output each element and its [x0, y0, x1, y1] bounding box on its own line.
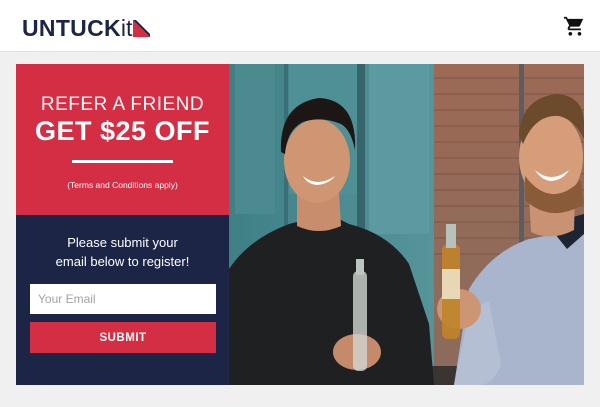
logo-flag-icon	[133, 20, 151, 37]
shopping-cart-icon[interactable]	[563, 15, 585, 37]
site-header: UNTUCK it	[0, 0, 600, 52]
form-prompt: Please submit your email below to regist…	[26, 233, 219, 271]
promo-offer: GET $25 OFF	[34, 116, 211, 146]
form-prompt-line2: email below to register!	[55, 254, 190, 269]
submit-button[interactable]: SUBMIT	[30, 322, 216, 353]
promo-headline: REFER A FRIEND	[40, 94, 205, 115]
terms-note: (Terms and Conditions apply)	[67, 180, 178, 190]
hero-photo	[229, 64, 584, 385]
logo-text: UNTUCK	[22, 15, 121, 41]
form-prompt-line1: Please submit your	[67, 235, 178, 250]
email-input[interactable]	[30, 284, 216, 314]
logo-suffix: it	[120, 15, 133, 41]
promo-box: REFER A FRIEND GET $25 OFF (Terms and Co…	[16, 64, 229, 215]
referral-banner: REFER A FRIEND GET $25 OFF (Terms and Co…	[16, 64, 584, 385]
referral-panel: REFER A FRIEND GET $25 OFF (Terms and Co…	[16, 64, 229, 385]
promo-divider	[72, 160, 173, 163]
signup-form: Please submit your email below to regist…	[16, 215, 229, 385]
untuckit-logo[interactable]: UNTUCK it	[22, 15, 151, 41]
